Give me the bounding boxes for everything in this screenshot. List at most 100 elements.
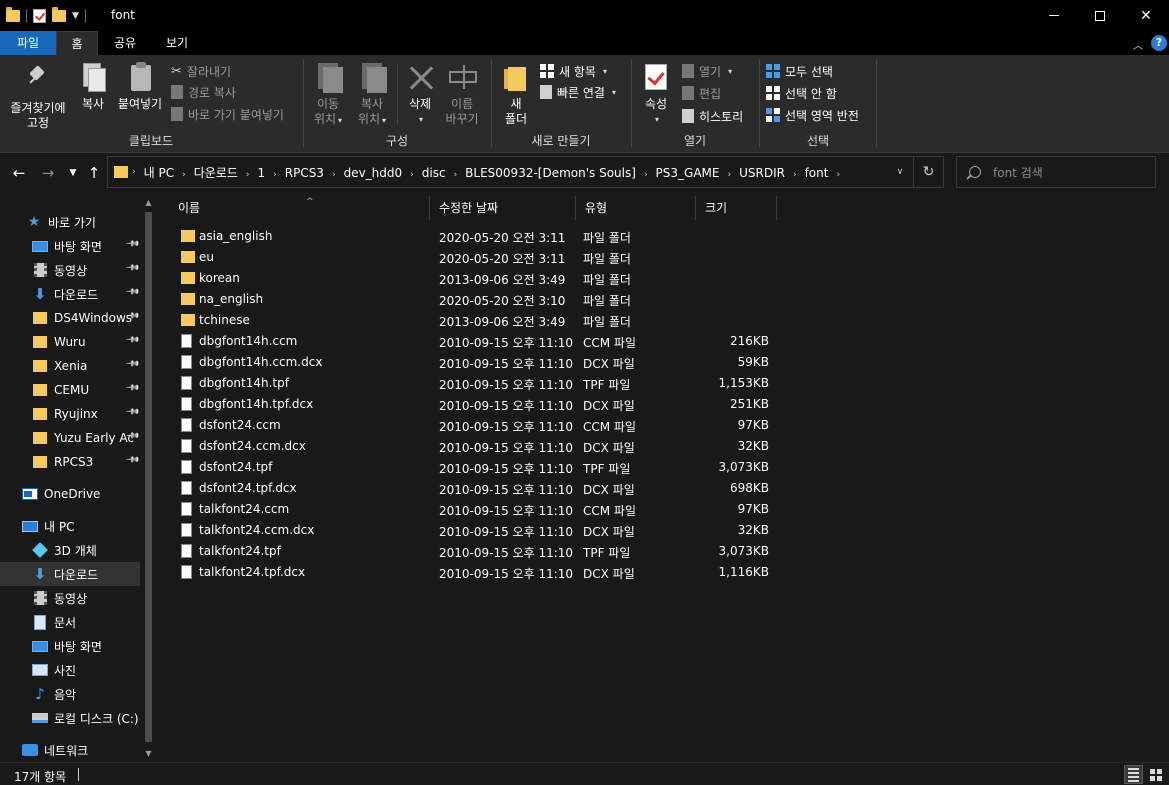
breadcrumb-item[interactable]: RPCS3 [281, 166, 328, 180]
table-row[interactable]: talkfont24.tpf 2010-09-15 오후 11:10 TPF 파일 3… [170, 541, 780, 562]
scroll-down-icon[interactable]: ▼ [143, 749, 154, 758]
rename-button[interactable]: 이름 바꾸기 [442, 61, 482, 127]
table-row[interactable]: eu 2020-05-20 오전 3:11 파일 폴더 [170, 247, 780, 268]
nav-onedrive[interactable]: OneDrive [0, 482, 140, 506]
paste-button[interactable]: 붙여넣기 [114, 61, 166, 112]
breadcrumb-item[interactable]: disc [418, 166, 450, 180]
nav-item[interactable]: 로컬 디스크 (C:) [0, 706, 140, 730]
large-icons-view-button[interactable] [1146, 765, 1165, 784]
nav-item[interactable]: 사진 [0, 658, 140, 682]
invert-selection-button[interactable]: 선택 영역 반전 [766, 105, 859, 125]
forward-button[interactable]: → [38, 163, 58, 183]
move-to-button[interactable]: 이동 위치 ▾ [308, 61, 348, 128]
table-row[interactable]: na_english 2020-05-20 오전 3:10 파일 폴더 [170, 289, 780, 310]
navigation-scrollbar[interactable]: ▲ ▼ [140, 196, 157, 762]
table-row[interactable]: dbgfont14h.ccm.dcx 2010-09-15 오후 11:10 DCX… [170, 352, 780, 373]
help-button[interactable]: ? [1151, 35, 1167, 51]
table-row[interactable]: dsfont24.tpf.dcx 2010-09-15 오후 11:10 DCX 파… [170, 478, 780, 499]
scroll-up-icon[interactable]: ▲ [143, 198, 154, 207]
breadcrumb-separator[interactable]: › [789, 170, 801, 180]
tab-share[interactable]: 공유 [104, 31, 146, 55]
breadcrumb-separator[interactable]: › [269, 170, 281, 180]
copy-path-button[interactable]: 경로 복사 [171, 82, 236, 102]
breadcrumb-separator[interactable]: › [128, 167, 140, 177]
table-row[interactable]: talkfont24.ccm.dcx 2010-09-15 오후 11:10 DCX… [170, 520, 780, 541]
nav-item[interactable]: Wuru 📌 [0, 330, 140, 354]
nav-item[interactable]: ⬇ 다운로드 📌 [0, 282, 140, 306]
cut-button[interactable]: ✂ 잘라내기 [171, 61, 231, 81]
customize-toolbar-dropdown-icon[interactable]: ▼ [72, 11, 79, 21]
properties-icon[interactable] [33, 9, 46, 23]
new-folder-icon[interactable] [52, 7, 66, 22]
breadcrumb-item[interactable]: 내 PC [140, 166, 178, 180]
table-row[interactable]: dsfont24.ccm 2010-09-15 오후 11:10 CCM 파일 97K… [170, 415, 780, 436]
address-history-dropdown[interactable]: ∨ [887, 167, 913, 177]
column-header-date[interactable]: 수정한 날짜 [431, 196, 576, 220]
tab-file[interactable]: 파일 [0, 31, 56, 55]
refresh-button[interactable]: ↻ [913, 157, 943, 187]
breadcrumb-separator[interactable]: › [242, 170, 254, 180]
close-button[interactable]: ✕ [1123, 0, 1169, 31]
nav-item[interactable]: Xenia 📌 [0, 354, 140, 378]
back-button[interactable]: ← [9, 163, 29, 183]
history-button[interactable]: 히스토리 [682, 106, 743, 126]
breadcrumb-separator[interactable]: › [406, 170, 418, 180]
edit-button[interactable]: 편집 [682, 83, 721, 103]
table-row[interactable]: tchinese 2013-09-06 오전 3:49 파일 폴더 [170, 310, 780, 331]
breadcrumb-separator[interactable]: › [328, 170, 340, 180]
details-view-button[interactable] [1124, 765, 1143, 784]
tab-home[interactable]: 홈 [56, 31, 98, 55]
table-row[interactable]: dbgfont14h.ccm 2010-09-15 오후 11:10 CCM 파일 2… [170, 331, 780, 352]
table-row[interactable]: talkfont24.ccm 2010-09-15 오후 11:10 CCM 파일 9… [170, 499, 780, 520]
properties-button[interactable]: 속성 ▾ [638, 61, 674, 127]
scrollbar-thumb[interactable] [145, 212, 152, 742]
new-folder-button[interactable]: 새 폴더 [498, 61, 534, 127]
breadcrumb-item[interactable]: USRDIR [735, 166, 789, 180]
paste-shortcut-button[interactable]: 바로 가기 붙여넣기 [171, 104, 284, 124]
table-row[interactable]: talkfont24.tpf.dcx 2010-09-15 오후 11:10 DCX… [170, 562, 780, 583]
nav-item[interactable]: 문서 [0, 610, 140, 634]
breadcrumb-separator[interactable]: › [640, 170, 652, 180]
pin-to-quick-access-button[interactable]: 즐겨찾기에 고정 [6, 61, 70, 131]
nav-item[interactable]: RPCS3 📌 [0, 450, 140, 474]
nav-this-pc[interactable]: 내 PC [0, 514, 140, 538]
breadcrumb-item[interactable]: PS3_GAME [652, 166, 724, 180]
address-bar[interactable]: › 내 PC › 다운로드 › 1 › RPCS3 › dev_hdd0 › disc › BLES00… [107, 156, 944, 188]
nav-item[interactable]: 바탕 화면 📌 [0, 234, 140, 258]
tab-view[interactable]: 보기 [154, 31, 200, 55]
nav-item[interactable]: Yuzu Early Ac 📌 [0, 426, 140, 450]
recent-locations-button[interactable]: ▼ [63, 163, 83, 183]
table-row[interactable]: asia_english 2020-05-20 오전 3:11 파일 폴더 [170, 226, 780, 247]
nav-item[interactable]: 동영상 📌 [0, 258, 140, 282]
copy-button[interactable]: 복사 [76, 61, 110, 112]
table-row[interactable]: dsfont24.tpf 2010-09-15 오후 11:10 TPF 파일 3,0… [170, 457, 780, 478]
new-item-button[interactable]: 새 항목 ▾ [540, 61, 607, 81]
breadcrumb-separator[interactable]: › [832, 170, 844, 180]
select-none-button[interactable]: 선택 안 함 [766, 83, 837, 103]
column-header-type[interactable]: 유형 [577, 196, 696, 220]
copy-to-button[interactable]: 복사 위치 ▾ [352, 61, 392, 128]
column-header-name[interactable]: 이름 ^ [170, 196, 430, 220]
easy-access-button[interactable]: 빠른 연결 ▾ [540, 82, 616, 102]
breadcrumb-item[interactable]: dev_hdd0 [340, 166, 407, 180]
select-all-button[interactable]: 모두 선택 [766, 61, 833, 81]
breadcrumb-separator[interactable]: › [178, 170, 190, 180]
table-row[interactable]: korean 2013-09-06 오전 3:49 파일 폴더 [170, 268, 780, 289]
maximize-button[interactable] [1077, 0, 1123, 31]
nav-network[interactable]: 네트워크 [0, 738, 140, 762]
search-input[interactable]: font 검색 [993, 164, 1043, 181]
nav-item[interactable]: CEMU 📌 [0, 378, 140, 402]
expand-ribbon-button[interactable]: ︿ [1133, 36, 1143, 52]
nav-item[interactable]: DS4Windows 📌 [0, 306, 140, 330]
up-button[interactable]: ↑ [84, 163, 104, 183]
minimize-button[interactable] [1031, 0, 1077, 31]
nav-item[interactable]: 3D 개체 [0, 538, 140, 562]
nav-item[interactable]: ⬇ 다운로드 [0, 562, 140, 586]
nav-quick-access[interactable]: ★ 바로 가기 [0, 210, 140, 234]
breadcrumb-separator[interactable]: › [450, 170, 462, 180]
open-button[interactable]: 열기 ▾ [682, 61, 732, 81]
table-row[interactable]: dbgfont14h.tpf 2010-09-15 오후 11:10 TPF 파일 1… [170, 373, 780, 394]
breadcrumb-item[interactable]: BLES00932-[Demon's Souls] [461, 166, 640, 180]
breadcrumb-item[interactable]: 다운로드 [190, 166, 242, 180]
table-row[interactable]: dbgfont14h.tpf.dcx 2010-09-15 오후 11:10 DCX… [170, 394, 780, 415]
